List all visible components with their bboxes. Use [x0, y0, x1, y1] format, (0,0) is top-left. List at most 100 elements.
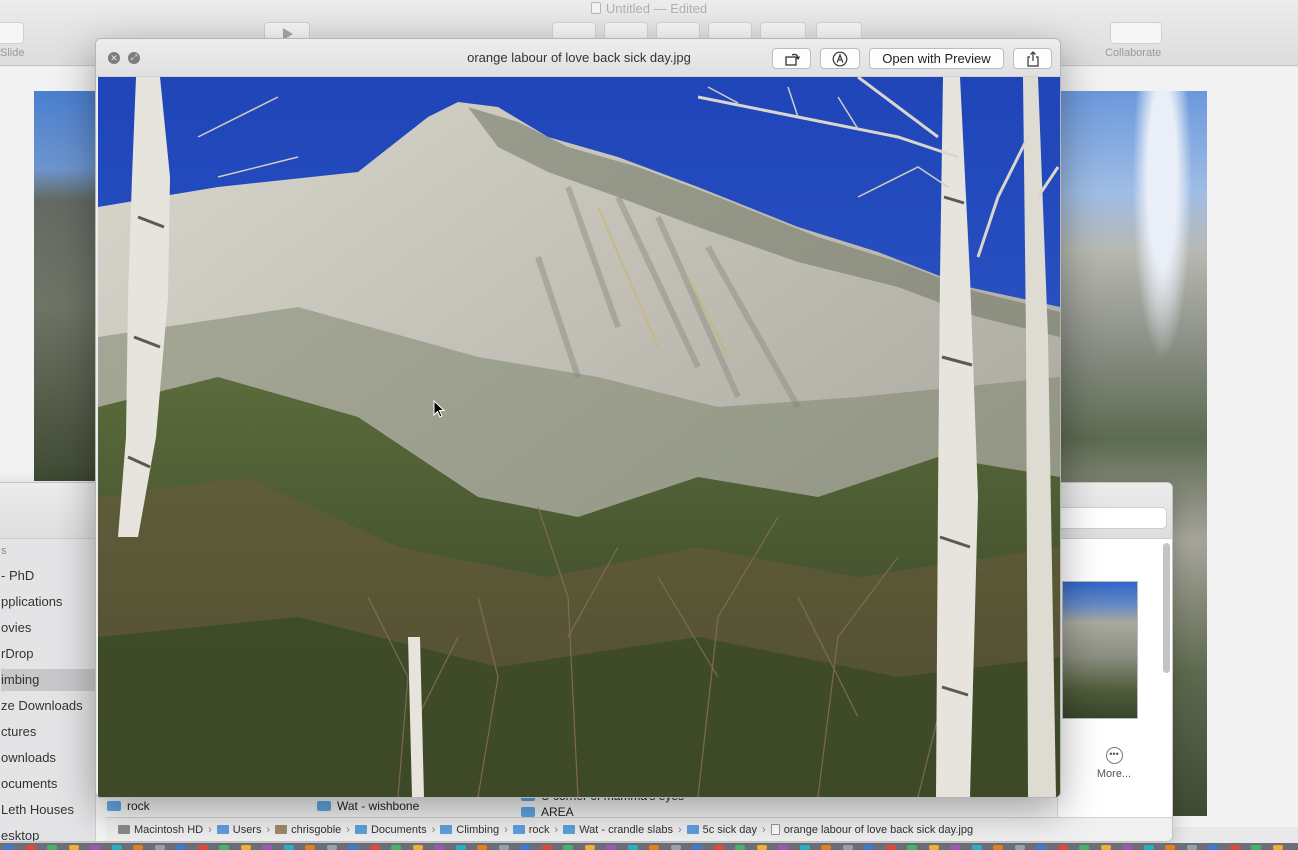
dock-app-icon[interactable]: [4, 845, 14, 850]
dock-app-icon[interactable]: [627, 845, 638, 850]
rotate-button[interactable]: [772, 48, 811, 69]
close-icon[interactable]: ✕: [108, 52, 120, 64]
path-crumb-label: chrisgoble: [291, 824, 342, 836]
path-crumb[interactable]: Documents ›: [354, 818, 440, 841]
share-button[interactable]: [1013, 48, 1052, 69]
dock-app-icon[interactable]: [369, 845, 380, 850]
dock-app-icon[interactable]: [563, 845, 573, 850]
dock-app-icon[interactable]: [1122, 845, 1132, 850]
dock-app-icon[interactable]: [434, 845, 444, 850]
sidebar-item[interactable]: ocuments: [1, 773, 96, 795]
dock-app-icon[interactable]: [971, 845, 982, 850]
photo-preview[interactable]: [98, 77, 1060, 797]
slide-photo[interactable]: [34, 91, 104, 481]
collaborate-button[interactable]: [1110, 22, 1162, 44]
dock-app-icon[interactable]: [606, 845, 616, 850]
dock-app-icon[interactable]: [262, 845, 272, 850]
dock-app-icon[interactable]: [541, 845, 552, 850]
dock-app-icon[interactable]: [1186, 845, 1197, 850]
path-crumb[interactable]: 5c sick day ›: [686, 818, 771, 841]
path-crumb[interactable]: Macintosh HD ›: [118, 818, 217, 841]
dock-app-icon[interactable]: [176, 845, 186, 850]
dock-app-icon[interactable]: [240, 845, 251, 850]
dock-app-icon[interactable]: [111, 845, 122, 850]
dock-app-icon[interactable]: [993, 845, 1003, 850]
dock-app-icon[interactable]: [133, 845, 143, 850]
dock-app-icon[interactable]: [412, 845, 423, 850]
open-with-preview-button[interactable]: Open with Preview: [869, 48, 1004, 69]
disk-icon: [118, 825, 130, 834]
dock-app-icon[interactable]: [907, 845, 917, 850]
dock-app-icon[interactable]: [756, 845, 767, 850]
dock-app-icon[interactable]: [520, 845, 530, 850]
dock-app-icon[interactable]: [68, 845, 79, 850]
path-crumb[interactable]: rock ›: [512, 818, 563, 841]
dock-app-icon[interactable]: [885, 845, 896, 850]
dock-app-icon[interactable]: [197, 845, 208, 850]
dock-app-icon[interactable]: [90, 845, 100, 850]
sidebar-item[interactable]: ownloads: [1, 747, 96, 769]
dock-app-icon[interactable]: [950, 845, 960, 850]
dock-app-icon[interactable]: [692, 845, 702, 850]
add-slide-button[interactable]: [0, 22, 24, 44]
dock-app-icon[interactable]: [1100, 845, 1111, 850]
dock-app-icon[interactable]: [1057, 845, 1068, 850]
dock-app-icon[interactable]: [864, 845, 874, 850]
sidebar-item[interactable]: Leth Houses: [1, 799, 96, 821]
dock-app-icon[interactable]: [348, 845, 358, 850]
scrollbar[interactable]: [1163, 543, 1170, 673]
dock-app-icon[interactable]: [283, 845, 294, 850]
path-crumb[interactable]: chrisgoble ›: [275, 818, 355, 841]
sidebar-item[interactable]: ze Downloads: [1, 695, 96, 717]
dock-app-icon[interactable]: [713, 845, 724, 850]
path-crumb-label: orange labour of love back sick day.jpg: [783, 824, 974, 836]
dock-app-icon[interactable]: [1251, 845, 1261, 850]
column-item[interactable]: Wat - wishbone: [317, 797, 419, 815]
dock-app-icon[interactable]: [326, 845, 337, 850]
dock-app-icon[interactable]: [25, 845, 36, 850]
dock-app-icon[interactable]: [1165, 845, 1175, 850]
dock-app-icon[interactable]: [799, 845, 810, 850]
sidebar-item[interactable]: ctures: [1, 721, 96, 743]
dock-app-icon[interactable]: [305, 845, 315, 850]
dock-app-icon[interactable]: [670, 845, 681, 850]
path-crumb[interactable]: Climbing ›: [440, 818, 512, 841]
dock-app-icon[interactable]: [821, 845, 831, 850]
dock-app-icon[interactable]: [455, 845, 466, 850]
markup-button[interactable]: [820, 48, 860, 69]
dock-app-icon[interactable]: [649, 845, 659, 850]
dock-app-icon[interactable]: [1036, 845, 1046, 850]
more-button[interactable]: ••• More...: [1094, 747, 1134, 780]
dock-app-icon[interactable]: [735, 845, 745, 850]
dock-app-icon[interactable]: [584, 845, 595, 850]
sidebar-item[interactable]: esktop: [1, 825, 96, 841]
sidebar-item[interactable]: pplications: [1, 591, 96, 613]
column-item-label: Wat - wishbone: [337, 799, 420, 813]
share-icon: [1026, 50, 1039, 67]
dock-app-icon[interactable]: [498, 845, 509, 850]
dock-app-icon[interactable]: [1229, 845, 1240, 850]
dock-app-icon[interactable]: [842, 845, 853, 850]
dock-app-icon[interactable]: [477, 845, 487, 850]
sidebar-item[interactable]: - PhD: [1, 565, 96, 587]
dock-app-icon[interactable]: [47, 845, 57, 850]
dock-app-icon[interactable]: [1143, 845, 1154, 850]
search-field[interactable]: [1057, 507, 1167, 529]
dock-app-icon[interactable]: [154, 845, 165, 850]
path-crumb[interactable]: orange labour of love back sick day.jpg: [770, 818, 974, 841]
dock-app-icon[interactable]: [1014, 845, 1025, 850]
path-crumb[interactable]: Wat - crandle slabs ›: [563, 818, 686, 841]
dock-app-icon[interactable]: [778, 845, 788, 850]
dock-app-icon[interactable]: [1079, 845, 1089, 850]
dock-app-icon[interactable]: [391, 845, 401, 850]
dock-app-icon[interactable]: [1272, 845, 1283, 850]
sidebar-item[interactable]: imbing: [1, 669, 96, 691]
sidebar-item[interactable]: ovies: [1, 617, 96, 639]
dock-app-icon[interactable]: [219, 845, 229, 850]
dock-app-icon[interactable]: [928, 845, 939, 850]
sidebar-item[interactable]: rDrop: [1, 643, 96, 665]
fullscreen-icon[interactable]: ⤢: [128, 52, 140, 64]
dock-app-icon[interactable]: [1208, 845, 1218, 850]
column-item[interactable]: rock: [107, 797, 150, 815]
path-crumb[interactable]: Users ›: [216, 818, 275, 841]
